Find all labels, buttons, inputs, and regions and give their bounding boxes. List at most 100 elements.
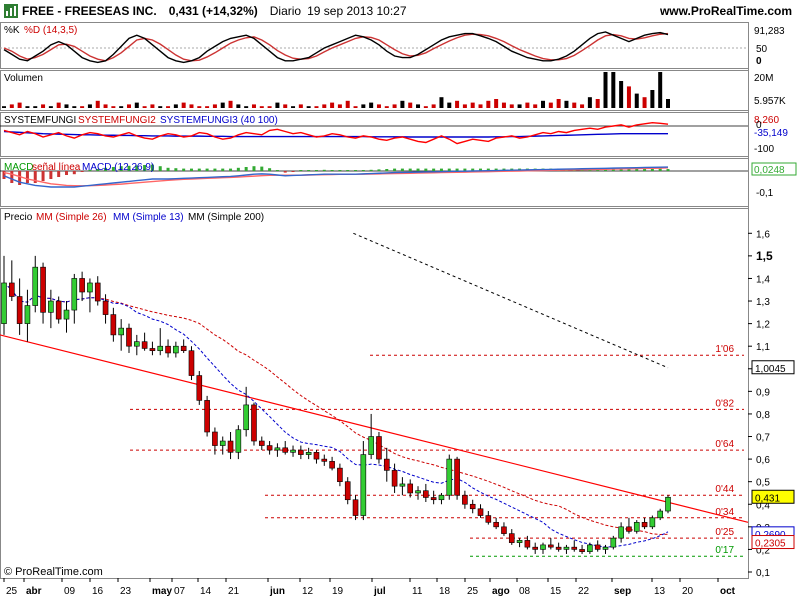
chart-canvas: %K %D (14,3,5) 91,283500Volumen 20M5.957KSY… bbox=[0, 22, 797, 597]
candle-body bbox=[665, 496, 671, 512]
candle-body bbox=[438, 494, 445, 501]
macd-histogram-bar bbox=[260, 166, 264, 171]
macd-histogram-bar bbox=[221, 168, 225, 171]
volume-bar bbox=[48, 106, 53, 108]
macd-histogram-bar bbox=[330, 170, 334, 171]
candle-body bbox=[149, 348, 156, 352]
candle-body bbox=[337, 467, 343, 482]
candle-body bbox=[79, 278, 85, 293]
price-tick-label: 1,6 bbox=[756, 229, 770, 240]
candle-body bbox=[602, 546, 609, 550]
candle-body bbox=[48, 300, 54, 313]
macd-histogram-bar bbox=[424, 168, 428, 171]
volume-bar bbox=[603, 72, 608, 108]
macd-histogram-bar bbox=[174, 168, 178, 171]
macd-histogram-bar bbox=[268, 168, 272, 171]
candle-body bbox=[540, 544, 546, 550]
volume-bar bbox=[439, 97, 444, 108]
candle-body bbox=[16, 296, 23, 324]
candle-body bbox=[243, 404, 249, 431]
volume-bar bbox=[345, 100, 350, 108]
macd-histogram-bar bbox=[197, 168, 201, 171]
candle-body bbox=[87, 282, 93, 293]
copyright: © ProRealTime.com bbox=[4, 566, 103, 578]
volume-bar bbox=[658, 72, 663, 108]
volume-bar bbox=[619, 81, 624, 108]
x-tick-label: sep bbox=[614, 586, 631, 597]
macd-histogram-bar bbox=[166, 167, 170, 171]
candle-body bbox=[462, 494, 468, 505]
candle-body bbox=[298, 449, 304, 455]
candle-body bbox=[508, 533, 515, 543]
candle-body bbox=[344, 481, 351, 501]
x-tick-label: 09 bbox=[64, 586, 76, 597]
level-label: 0'82 bbox=[715, 398, 734, 409]
volume-bar bbox=[298, 104, 303, 108]
candle-body bbox=[212, 431, 218, 446]
macd-histogram-bar bbox=[354, 170, 358, 171]
x-tick-label: 13 bbox=[654, 586, 666, 597]
candle-body bbox=[282, 447, 289, 453]
volume-bar bbox=[416, 104, 421, 108]
volume-bar bbox=[525, 102, 530, 108]
volume-bar bbox=[369, 102, 374, 108]
volume-bar bbox=[501, 102, 506, 108]
candle-body bbox=[32, 266, 39, 306]
candle-body bbox=[321, 458, 328, 462]
volume-bar bbox=[580, 104, 585, 108]
candle-body bbox=[141, 341, 148, 349]
volume-bar bbox=[267, 106, 272, 108]
x-tick-label: 20 bbox=[682, 586, 694, 597]
volume-bar bbox=[400, 100, 405, 108]
macd-histogram-bar bbox=[385, 169, 389, 171]
volume-bar bbox=[17, 102, 22, 108]
volume-bar bbox=[251, 104, 256, 108]
volume-bar bbox=[181, 102, 186, 108]
candle-body bbox=[219, 440, 226, 446]
candle-body bbox=[313, 452, 320, 460]
macd-label-1: MACD bbox=[4, 162, 33, 173]
candle-body bbox=[618, 526, 624, 539]
level-label: 0'44 bbox=[715, 484, 734, 495]
x-tick-label: may bbox=[152, 586, 172, 597]
volume-bar bbox=[72, 106, 77, 108]
candle-body bbox=[266, 445, 273, 451]
candle-body bbox=[399, 483, 406, 487]
macd-histogram-bar bbox=[314, 170, 318, 171]
volume-bar bbox=[564, 100, 569, 108]
candle-body bbox=[173, 345, 179, 354]
macd-histogram-bar bbox=[369, 169, 373, 171]
candle-body bbox=[477, 508, 484, 516]
volume-bar bbox=[556, 99, 561, 108]
x-tick-label: 14 bbox=[200, 586, 212, 597]
volume-bar bbox=[9, 104, 14, 108]
price-tick-label: 0,1 bbox=[756, 568, 770, 579]
stoch-tick: 0 bbox=[756, 56, 762, 67]
volume-bar bbox=[64, 104, 69, 108]
volume-bar bbox=[306, 106, 311, 108]
candle-body bbox=[454, 458, 460, 496]
macd-histogram-bar bbox=[416, 168, 420, 171]
macd-histogram-bar bbox=[666, 169, 670, 171]
price-tag: 0,431 bbox=[755, 493, 780, 504]
price-tag: 1,0045 bbox=[755, 364, 786, 375]
x-tick-label: oct bbox=[720, 586, 736, 597]
candle-body bbox=[368, 436, 374, 455]
volume-tick: 20M bbox=[754, 73, 773, 84]
x-tick-label: 18 bbox=[439, 586, 451, 597]
price-tick-label: 1,3 bbox=[756, 297, 770, 308]
volume-bar bbox=[392, 104, 397, 108]
macd-histogram-bar bbox=[439, 168, 443, 171]
volume-bar bbox=[666, 99, 670, 108]
volume-bar bbox=[337, 104, 342, 108]
candle-body bbox=[1, 282, 7, 324]
candle-body bbox=[532, 546, 539, 550]
volume-bar bbox=[353, 106, 358, 108]
candle-body bbox=[24, 305, 31, 324]
volume-bar bbox=[95, 100, 100, 108]
candle-body bbox=[204, 400, 210, 433]
candle-body bbox=[516, 540, 523, 543]
candle-body bbox=[118, 327, 124, 336]
candle-body bbox=[485, 515, 492, 523]
candle-body bbox=[649, 517, 656, 528]
